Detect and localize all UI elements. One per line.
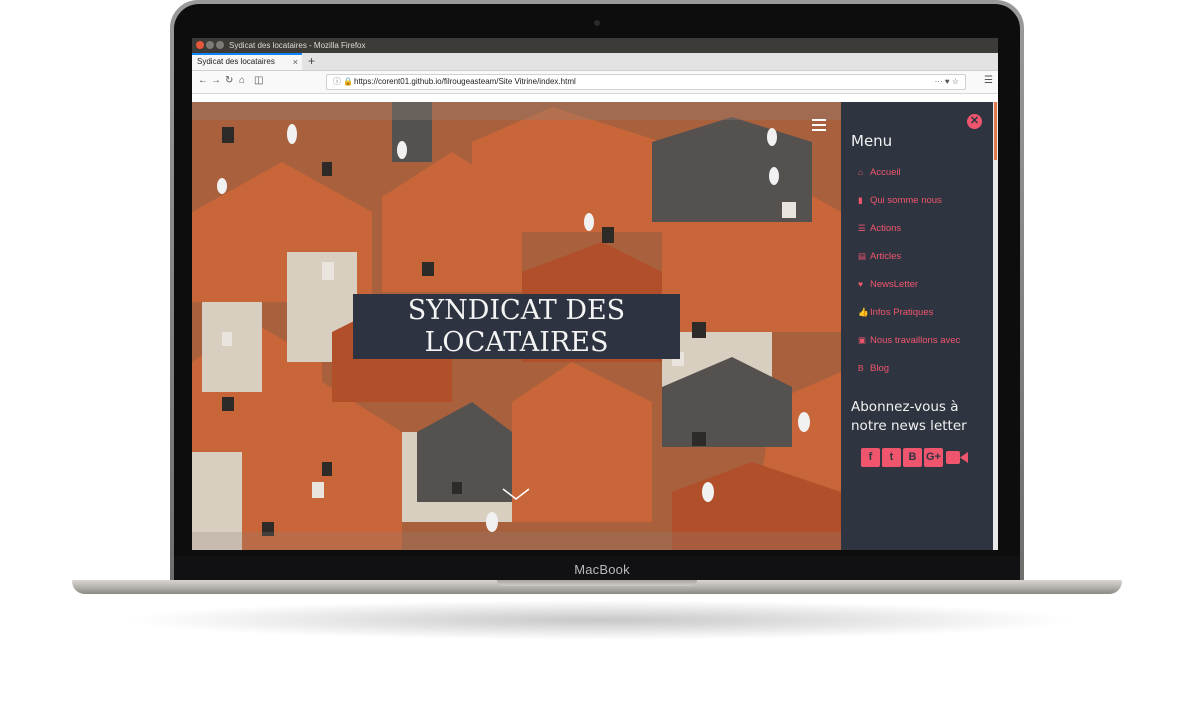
page-actions[interactable]: ··· ♥ ☆ (935, 75, 959, 89)
blogger-icon: B (858, 363, 864, 373)
handshake-icon: ▣ (858, 335, 867, 345)
hero-title: SYNDICAT DES LOCATAIRES (407, 294, 626, 358)
close-icon[interactable]: ✕ (967, 114, 982, 129)
menu-item-infos-pratiques[interactable]: 👍Infos Pratiques (858, 304, 960, 332)
menu-item-label: Nous travaillons avec (870, 335, 961, 346)
back-icon[interactable]: ← (198, 75, 208, 87)
window-title: Sydicat des locataires - Mozilla Firefox (229, 41, 366, 50)
menu-item-qui-somme-nous[interactable]: ▮ Qui somme nous (858, 192, 960, 220)
tab-bar: Sydicat des locataires × + (192, 53, 998, 71)
menu-item-articles[interactable]: ▤ Articles (858, 248, 960, 276)
window-close-button[interactable] (196, 41, 204, 49)
screen: Sydicat des locataires - Mozilla Firefox… (192, 38, 998, 550)
tab-close-icon[interactable]: × (293, 55, 298, 69)
menu-icon[interactable]: ☰ (984, 75, 993, 86)
hero-title-box: SYNDICAT DES LOCATAIRES (353, 294, 680, 359)
window-maximize-button[interactable] (216, 41, 224, 49)
new-tab-button[interactable]: + (308, 53, 315, 69)
lock-icon: 🔒 (343, 77, 353, 86)
scrollbar-track[interactable] (993, 102, 998, 550)
device-brand-label: MacBook (574, 562, 630, 577)
menu-item-newsletter[interactable]: ♥ NewsLetter (858, 276, 960, 304)
menu-item-actions[interactable]: ☰ Actions (858, 220, 960, 248)
laptop-notch (497, 580, 697, 586)
google-plus-icon[interactable]: G+ (924, 448, 943, 467)
menu-item-label: Qui somme nous (870, 195, 942, 206)
menu-item-accueil[interactable]: ⌂ Accueil (858, 164, 960, 192)
home-icon[interactable]: ⌂ (239, 75, 245, 87)
facebook-icon[interactable]: f (861, 448, 880, 467)
web-page: SYNDICAT DES LOCATAIRES ✕ Menu ⌂ Accueil … (192, 102, 998, 550)
heart-icon: ♥ (858, 279, 864, 289)
menu-item-label: Infos Pratiques (870, 307, 934, 318)
menu-list: ⌂ Accueil ▮ Qui somme nous ☰ Actions ▤ Artic… (858, 164, 960, 388)
menu-item-blog[interactable]: B Blog (858, 360, 960, 388)
menu-item-label: Blog (870, 363, 890, 374)
info-icon[interactable]: ⓘ (333, 75, 341, 89)
home-icon: ⌂ (858, 167, 864, 177)
window-titlebar: Sydicat des locataires - Mozilla Firefox (192, 38, 998, 53)
sidebar-toggle-icon[interactable]: ◫ (254, 75, 263, 87)
menu-item-label: Articles (870, 251, 902, 262)
bookmark-icon: ▮ (858, 195, 863, 205)
twitter-icon[interactable]: t (882, 448, 901, 467)
url-text[interactable]: https://corent01.github.io/filrougeastea… (354, 75, 576, 89)
reload-icon[interactable]: ↻ (225, 75, 233, 87)
tab-title: Sydicat des locataires (197, 57, 275, 66)
menu-item-label: Actions (870, 223, 902, 234)
navigation-toolbar: ← → ↻ ⌂ ◫ ⓘ 🔒 https://corent01.github.io… (192, 71, 998, 94)
forward-icon[interactable]: → (211, 75, 221, 87)
sidebar-menu: ✕ Menu ⌂ Accueil ▮ Qui somme nous ☰ Actions… (841, 102, 993, 550)
social-links: f t B G+ (861, 448, 971, 467)
newsletter-heading: Abonnez-vous à notre news letter (851, 399, 967, 434)
menu-heading: Menu (851, 132, 893, 150)
laptop-shadow (120, 600, 1080, 640)
video-icon[interactable] (945, 448, 969, 467)
scrollbar-thumb[interactable] (994, 102, 997, 160)
newspaper-icon: ▤ (858, 251, 867, 261)
chevron-down-icon[interactable] (501, 487, 531, 501)
menu-item-label: Accueil (870, 167, 901, 178)
browser-tab[interactable]: Sydicat des locataires × (192, 53, 302, 70)
menu-item-nous-travaillons-avec[interactable]: ▣ Nous travaillons avec (858, 332, 960, 360)
menu-item-label: NewsLetter (870, 279, 919, 290)
window-minimize-button[interactable] (206, 41, 214, 49)
hamburger-menu-icon[interactable] (812, 119, 826, 134)
blogger-icon[interactable]: B (903, 448, 922, 467)
thumbs-up-icon: 👍 (858, 307, 869, 317)
webcam (594, 20, 600, 26)
url-bar[interactable]: ⓘ 🔒 https://corent01.github.io/filrougea… (326, 74, 966, 90)
list-icon: ☰ (858, 223, 866, 233)
